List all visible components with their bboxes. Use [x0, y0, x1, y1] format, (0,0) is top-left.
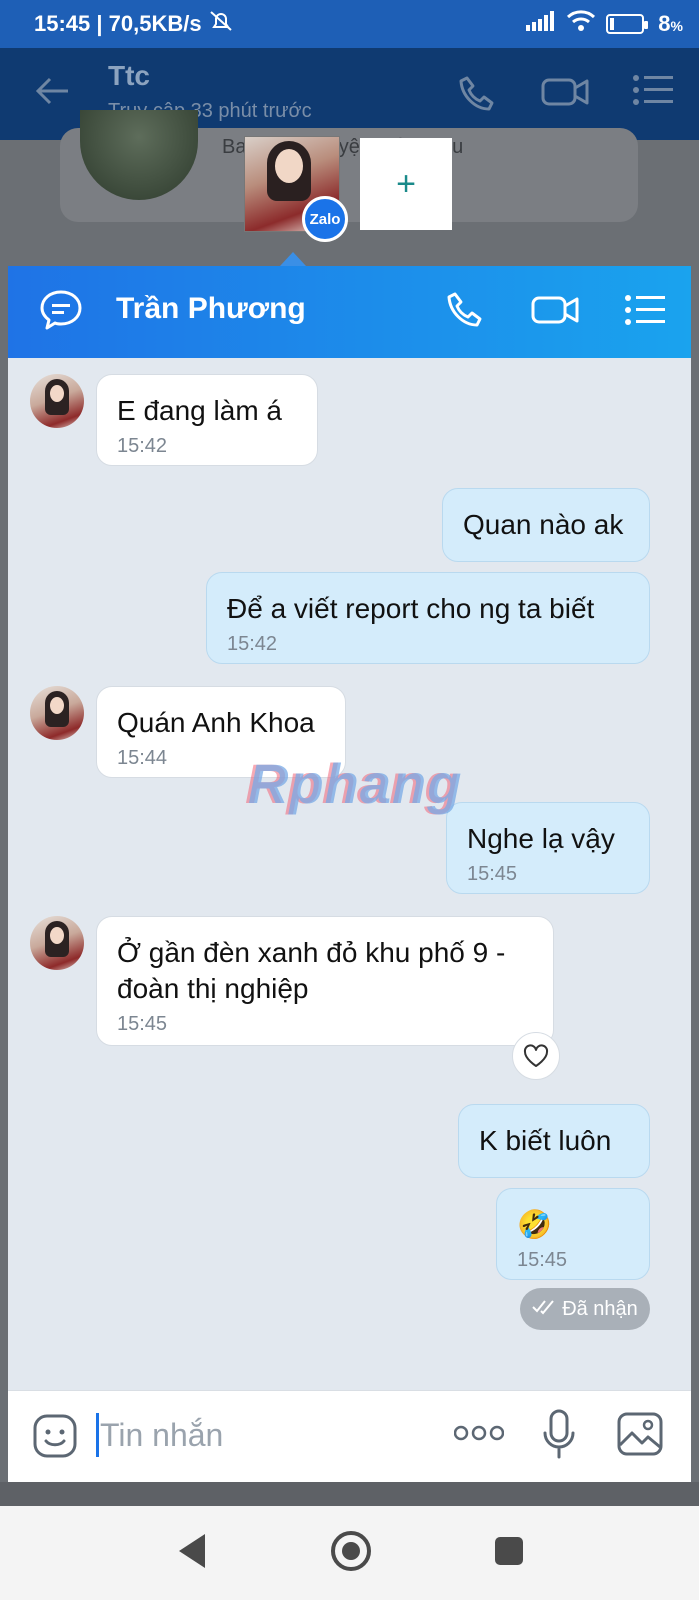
status-time-speed: 15:45 | 70,5KB/s	[34, 11, 202, 36]
contact-name: Trần Phương	[116, 292, 306, 325]
message-emoji: 🤣	[517, 1209, 552, 1240]
message-time: 15:42	[117, 435, 168, 457]
contact-avatar[interactable]	[30, 686, 84, 740]
message-time: 15:45	[467, 863, 518, 885]
phone-icon[interactable]	[445, 290, 485, 335]
message-text: Quan nào ak	[463, 509, 624, 540]
message-time: 15:42	[227, 633, 278, 655]
system-navigation-bar	[0, 1506, 699, 1600]
zalo-badge: Zalo	[302, 196, 348, 242]
bubble-pointer	[280, 252, 306, 266]
status-bar: 15:45 | 70,5KB/s 8%	[0, 0, 699, 48]
message-bubble-outgoing[interactable]: Để a viết report cho ng ta biết 15:42	[206, 572, 650, 664]
battery-level: 8	[658, 11, 671, 36]
bg-video-icon[interactable]	[541, 74, 589, 119]
background-chat-title: Ttc	[108, 60, 150, 91]
received-label: Đã nhận	[562, 1297, 638, 1320]
message-bubble-incoming[interactable]: E đang làm á 15:42	[96, 374, 318, 466]
message-time: 15:45	[517, 1249, 568, 1271]
double-check-icon	[532, 1298, 556, 1321]
chat-header: Trần Phương	[8, 266, 691, 358]
gallery-image-icon[interactable]	[616, 1411, 664, 1462]
battery-unit: %	[670, 18, 683, 34]
message-bubble-incoming[interactable]: Ở gần đèn xanh đỏ khu phố 9 - đoàn thị n…	[96, 916, 554, 1046]
message-text: Nghe lạ vậy	[467, 823, 615, 854]
message-bubble-outgoing[interactable]: Nghe lạ vậy 15:45	[446, 802, 650, 894]
received-status: Đã nhận	[520, 1288, 650, 1330]
menu-list-icon[interactable]	[625, 294, 665, 331]
contact-avatar[interactable]	[30, 916, 84, 970]
mute-notification-icon	[208, 9, 234, 39]
nav-home-icon[interactable]	[329, 1529, 373, 1578]
message-bubble-outgoing[interactable]: Quan nào ak	[442, 488, 650, 562]
message-text: K biết luôn	[479, 1125, 612, 1156]
message-text: Để a viết report cho ng ta biết	[227, 593, 595, 624]
emoji-sticker-icon[interactable]	[32, 1413, 78, 1464]
wifi-icon	[566, 10, 596, 38]
bg-menu-icon[interactable]	[633, 74, 673, 119]
message-input-bar: Tin nhắn	[8, 1390, 691, 1482]
message-text: Ở gần đèn xanh đỏ khu phố 9 - đoàn thị n…	[117, 937, 506, 1004]
message-text: E đang làm á	[117, 395, 282, 426]
message-time: 15:45	[117, 1013, 168, 1035]
nav-recents-icon[interactable]	[493, 1535, 525, 1572]
dim-overlay-strip	[0, 1482, 699, 1506]
battery-icon	[606, 14, 649, 34]
nav-back-icon[interactable]	[175, 1532, 209, 1575]
microphone-icon[interactable]	[542, 1409, 576, 1466]
back-arrow-icon[interactable]	[34, 76, 70, 111]
add-bubble-button[interactable]: +	[360, 138, 452, 230]
contact-avatar[interactable]	[30, 374, 84, 428]
bg-phone-icon[interactable]	[457, 74, 497, 119]
more-options-icon[interactable]	[453, 1423, 505, 1448]
message-icon[interactable]	[38, 288, 84, 339]
bubble-chat-window: Trần Phương E đang làm á 15:42 Quan nào …	[8, 266, 691, 1486]
message-bubble-outgoing[interactable]: 🤣 15:45	[496, 1188, 650, 1280]
video-call-icon[interactable]	[531, 292, 579, 333]
message-text: Quán Anh Khoa	[117, 707, 315, 738]
message-bubble-outgoing[interactable]: K biết luôn	[458, 1104, 650, 1178]
message-input[interactable]: Tin nhắn	[100, 1417, 223, 1454]
watermark: Rphang	[248, 752, 463, 815]
react-heart-button[interactable]	[512, 1032, 560, 1080]
text-cursor	[96, 1413, 99, 1457]
signal-icon	[526, 11, 556, 37]
